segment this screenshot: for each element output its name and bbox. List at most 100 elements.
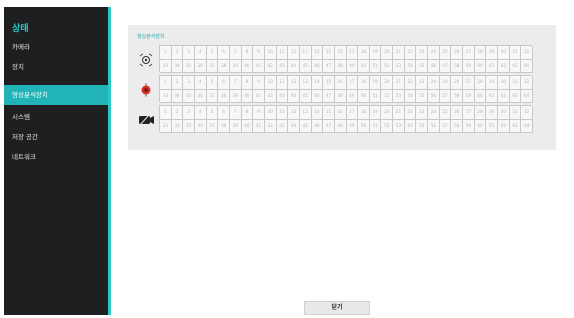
channel-cell[interactable]: 41 [253,59,265,73]
channel-cell[interactable]: 18 [358,76,370,90]
channel-cell[interactable]: 34 [171,119,184,133]
channel-cell[interactable]: 49 [346,59,359,73]
channel-cell[interactable]: 15 [323,46,335,60]
channel-cell[interactable]: 40 [241,89,254,103]
channel-cell[interactable]: 41 [253,89,265,103]
channel-cell[interactable]: 61 [486,59,499,73]
channel-cell[interactable]: 30 [498,106,510,120]
channel-cell[interactable]: 35 [183,89,195,103]
channel-cell[interactable]: 50 [358,119,370,133]
channel-cell[interactable]: 24 [428,106,440,120]
channel-cell[interactable]: 60 [474,59,487,73]
channel-cell[interactable]: 57 [439,89,452,103]
channel-cell[interactable]: 17 [346,106,359,120]
channel-cell[interactable]: 19 [369,76,382,90]
channel-cell[interactable]: 25 [439,46,452,60]
channel-cell[interactable]: 32 [521,106,533,120]
channel-cell[interactable]: 18 [358,46,370,60]
channel-cell[interactable]: 31 [509,76,522,90]
channel-cell[interactable]: 9 [253,46,265,60]
channel-cell[interactable]: 11 [276,46,289,60]
channel-cell[interactable]: 17 [346,46,359,60]
channel-cell[interactable]: 2 [171,76,184,90]
channel-cell[interactable]: 54 [404,89,417,103]
channel-cell[interactable]: 4 [194,46,207,60]
channel-cell[interactable]: 39 [229,89,242,103]
channel-cell[interactable]: 8 [241,106,254,120]
channel-cell[interactable]: 7 [229,76,242,90]
channel-cell[interactable]: 1 [160,76,172,90]
channel-cell[interactable]: 15 [323,106,335,120]
channel-cell[interactable]: 62 [498,59,510,73]
channel-cell[interactable]: 4 [194,76,207,90]
channel-cell[interactable]: 43 [276,119,289,133]
channel-cell[interactable]: 16 [334,106,347,120]
channel-cell[interactable]: 64 [521,89,533,103]
channel-cell[interactable]: 49 [346,89,359,103]
channel-cell[interactable]: 52 [381,89,394,103]
channel-cell[interactable]: 24 [428,76,440,90]
channel-cell[interactable]: 33 [160,59,172,73]
channel-cell[interactable]: 3 [183,76,195,90]
channel-cell[interactable]: 8 [241,46,254,60]
channel-cell[interactable]: 35 [183,119,195,133]
channel-cell[interactable]: 49 [346,119,359,133]
channel-cell[interactable]: 48 [334,119,347,133]
channel-cell[interactable]: 6 [218,76,230,90]
channel-cell[interactable]: 10 [264,46,277,60]
channel-cell[interactable]: 11 [276,106,289,120]
channel-cell[interactable]: 39 [229,119,242,133]
channel-cell[interactable]: 9 [253,76,265,90]
channel-cell[interactable]: 63 [509,59,522,73]
channel-cell[interactable]: 6 [218,106,230,120]
channel-cell[interactable]: 22 [404,76,417,90]
channel-cell[interactable]: 51 [369,59,382,73]
channel-cell[interactable]: 62 [498,89,510,103]
channel-cell[interactable]: 31 [509,46,522,60]
channel-cell[interactable]: 20 [381,106,394,120]
channel-cell[interactable]: 46 [311,89,324,103]
channel-cell[interactable]: 22 [404,46,417,60]
channel-cell[interactable]: 38 [218,59,230,73]
channel-cell[interactable]: 56 [428,119,440,133]
channel-cell[interactable]: 3 [183,46,195,60]
channel-cell[interactable]: 27 [463,76,475,90]
channel-cell[interactable]: 7 [229,46,242,60]
channel-cell[interactable]: 47 [323,89,335,103]
channel-cell[interactable]: 25 [439,76,452,90]
channel-cell[interactable]: 40 [241,59,254,73]
channel-cell[interactable]: 62 [498,119,510,133]
channel-cell[interactable]: 51 [369,89,382,103]
channel-cell[interactable]: 11 [276,76,289,90]
channel-cell[interactable]: 58 [451,89,464,103]
sidebar-item[interactable]: 저장 공간 [4,127,108,147]
channel-cell[interactable]: 43 [276,89,289,103]
channel-cell[interactable]: 40 [241,119,254,133]
channel-cell[interactable]: 42 [264,59,277,73]
channel-cell[interactable]: 57 [439,59,452,73]
channel-cell[interactable]: 56 [428,59,440,73]
channel-cell[interactable]: 28 [474,46,487,60]
channel-cell[interactable]: 16 [334,46,347,60]
channel-cell[interactable]: 36 [194,119,207,133]
channel-cell[interactable]: 32 [521,76,533,90]
channel-cell[interactable]: 27 [463,46,475,60]
channel-cell[interactable]: 5 [206,76,219,90]
channel-cell[interactable]: 51 [369,119,382,133]
channel-cell[interactable]: 57 [439,119,452,133]
channel-cell[interactable]: 37 [206,59,219,73]
channel-cell[interactable]: 55 [416,119,429,133]
channel-cell[interactable]: 53 [393,59,405,73]
channel-cell[interactable]: 5 [206,106,219,120]
channel-cell[interactable]: 15 [323,76,335,90]
channel-cell[interactable]: 63 [509,89,522,103]
channel-cell[interactable]: 61 [486,89,499,103]
channel-cell[interactable]: 14 [311,106,324,120]
channel-cell[interactable]: 42 [264,119,277,133]
channel-cell[interactable]: 20 [381,76,394,90]
channel-cell[interactable]: 13 [299,106,312,120]
channel-cell[interactable]: 36 [194,89,207,103]
channel-cell[interactable]: 45 [299,59,312,73]
channel-cell[interactable]: 56 [428,89,440,103]
channel-cell[interactable]: 33 [160,119,172,133]
